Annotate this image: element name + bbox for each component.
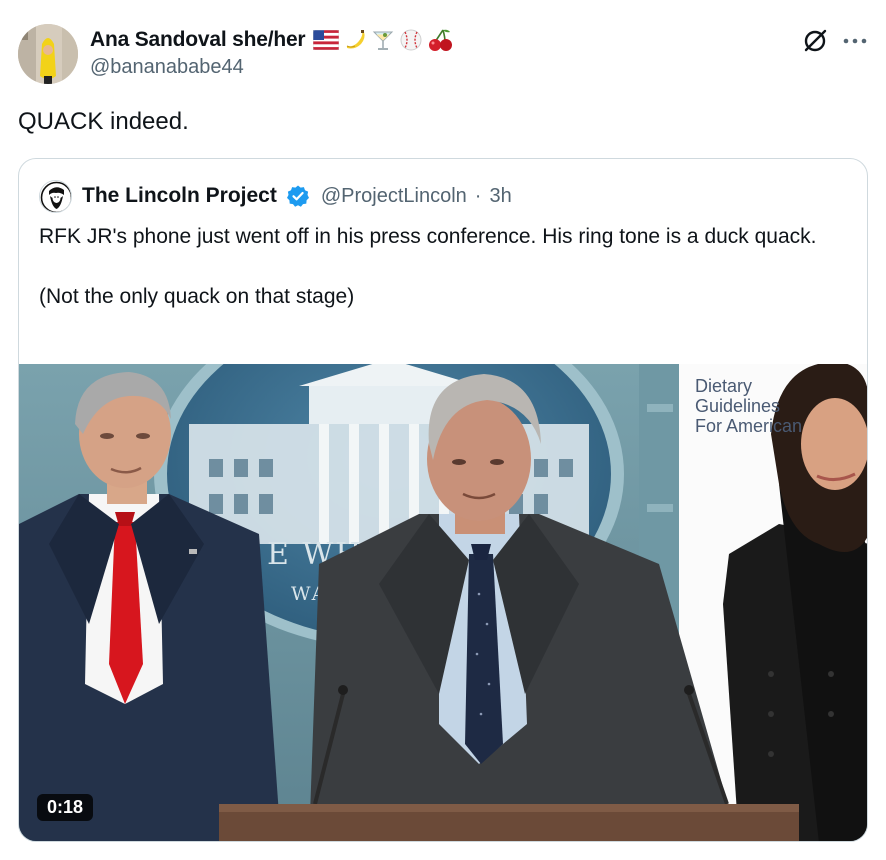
quoted-post-card[interactable]: The Lincoln Project @ProjectLincoln · 3h… bbox=[18, 158, 868, 842]
author-handle[interactable]: @bananababe44 bbox=[90, 56, 244, 79]
video-player[interactable]: E WHITE WASH bbox=[19, 364, 867, 841]
quoted-post-text-line: RFK JR's phone just went off in his pres… bbox=[39, 225, 817, 248]
post: Ana Sandoval she/her @bananababe44 QUACK… bbox=[0, 0, 886, 860]
cocktail-emoji-icon bbox=[371, 28, 395, 52]
caption-line: Guidelines bbox=[695, 396, 781, 416]
banana-emoji-icon bbox=[343, 28, 367, 52]
quoted-post-text: RFK JR's phone just went off in his pres… bbox=[39, 222, 839, 312]
caption-line: Dietary bbox=[695, 376, 753, 396]
post-text: QUACK indeed. bbox=[18, 108, 189, 135]
caption-line: For American bbox=[695, 416, 803, 436]
video-caption-overlay: Dietary Guidelines For American bbox=[695, 376, 845, 436]
quoted-post-header: The Lincoln Project @ProjectLincoln · 3h bbox=[39, 179, 512, 213]
author-avatar[interactable] bbox=[18, 24, 78, 84]
author-name-emojis bbox=[313, 28, 453, 52]
verified-badge-icon bbox=[286, 184, 310, 208]
grok-icon[interactable] bbox=[801, 27, 829, 55]
quoted-post-text-line: (Not the only quack on that stage) bbox=[39, 285, 355, 308]
more-horizontal-icon[interactable] bbox=[840, 27, 870, 55]
quoted-author-display-name[interactable]: The Lincoln Project bbox=[82, 184, 277, 208]
us-flag-emoji-icon bbox=[313, 30, 340, 50]
cherries-emoji-icon bbox=[427, 28, 453, 52]
quoted-author-avatar[interactable] bbox=[39, 179, 72, 213]
video-duration-badge: 0:18 bbox=[37, 794, 94, 821]
baseball-emoji-icon bbox=[399, 28, 423, 52]
author-display-name[interactable]: Ana Sandoval she/her bbox=[90, 28, 306, 52]
separator-dot: · bbox=[474, 184, 482, 207]
author-name-row: Ana Sandoval she/her bbox=[90, 25, 453, 55]
quoted-author-handle[interactable]: @ProjectLincoln bbox=[321, 185, 467, 208]
quoted-post-timestamp[interactable]: 3h bbox=[489, 185, 511, 208]
